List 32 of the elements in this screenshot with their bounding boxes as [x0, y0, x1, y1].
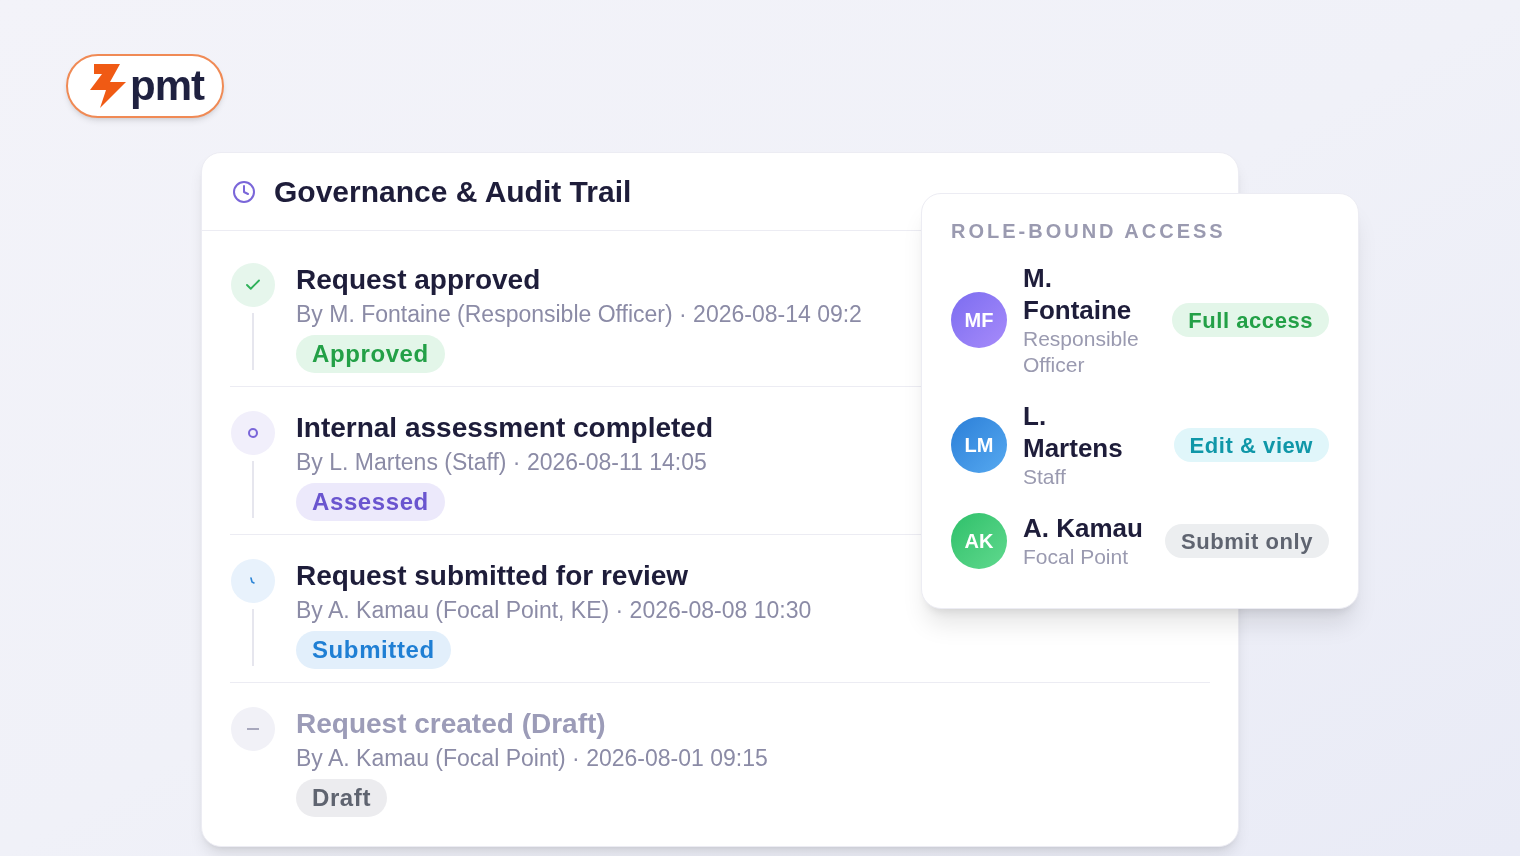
- avatar: AK: [951, 513, 1007, 569]
- person-role: Responsible Officer: [1023, 326, 1140, 378]
- popover-heading: ROLE-BOUND ACCESS: [951, 219, 1227, 244]
- event-title: Request submitted for review: [296, 559, 689, 593]
- status-badge: Draft: [296, 779, 387, 817]
- ring-icon: [231, 411, 275, 455]
- person-role: Staff: [1023, 464, 1067, 490]
- status-badge: Submitted: [296, 631, 451, 669]
- access-badge: Full access: [1172, 303, 1329, 337]
- event-meta: By L. Martens (Staff) · 2026-08-11 14:05: [296, 448, 707, 477]
- person-name: L. Martens: [1023, 400, 1124, 464]
- event-meta: By A. Kamau (Focal Point, KE) · 2026-08-08 10:30: [296, 596, 812, 625]
- check-icon: [231, 263, 275, 307]
- card-title: Governance & Audit Trail: [274, 174, 632, 210]
- event-meta: By M. Fontaine (Responsible Officer) · 2026-08-14 09:2: [296, 300, 862, 329]
- avatar: LM: [951, 417, 1007, 473]
- clock-hand-icon: [231, 559, 275, 603]
- logo-text: pmt: [130, 65, 204, 107]
- avatar: MF: [951, 292, 1007, 348]
- access-badge: Edit & view: [1173, 428, 1329, 462]
- status-badge: Approved: [296, 335, 445, 373]
- person-name: M. Fontaine: [1023, 262, 1133, 326]
- person-name: A. Kamau: [1023, 512, 1144, 544]
- clock-icon: [232, 179, 256, 204]
- dash-icon: [231, 707, 275, 751]
- access-badge: Submit only: [1165, 524, 1329, 558]
- event-title: Internal assessment completed: [296, 411, 714, 445]
- event-title: Request approved: [296, 263, 541, 297]
- status-badge: Assessed: [296, 483, 445, 521]
- event-title: Request created (Draft): [296, 707, 606, 741]
- event-meta: By A. Kamau (Focal Point) · 2026-08-01 09:15: [296, 744, 768, 773]
- person-role: Focal Point: [1023, 544, 1130, 570]
